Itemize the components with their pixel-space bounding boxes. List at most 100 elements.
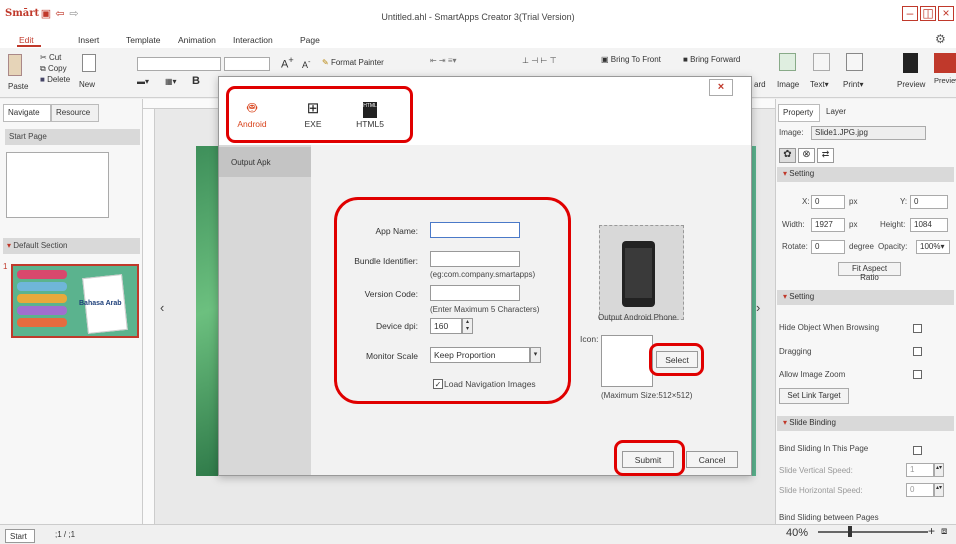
- opacity-label: Opacity:: [878, 242, 908, 251]
- preview-device-icon[interactable]: [903, 53, 918, 73]
- bind-sliding-label: Bind Sliding In This Page: [779, 444, 869, 453]
- tab-animation[interactable]: Animation: [178, 35, 216, 45]
- image-label: Image:: [779, 128, 804, 137]
- paste-icon[interactable]: [8, 54, 22, 76]
- slide-horizontal-input[interactable]: 0: [906, 483, 934, 497]
- setting-section-header-2[interactable]: ▾ Setting: [777, 290, 954, 305]
- print-button[interactable]: Print▾: [843, 80, 863, 89]
- phone-icon: [622, 241, 655, 307]
- slide-binding-section-header[interactable]: ▾ Slide Binding: [777, 416, 954, 431]
- shrink-font-icon[interactable]: A-: [302, 57, 311, 70]
- bring-to-front-button[interactable]: ▣ Bring To Front: [601, 55, 661, 64]
- dragging-checkbox[interactable]: [913, 347, 922, 356]
- align-icons[interactable]: ⊥ ⊣ ⊢ ⊤: [522, 56, 557, 65]
- ribbon-clipped-label: ard: [754, 80, 766, 89]
- text-icon[interactable]: [813, 53, 830, 71]
- setting-section-header[interactable]: ▾ Setting: [777, 167, 954, 182]
- phone-preview-box: [599, 225, 684, 320]
- fit-aspect-ratio-button[interactable]: Fit Aspect Ratio: [838, 262, 901, 282]
- delete-button[interactable]: ■ Delete: [40, 75, 70, 84]
- set-link-target-button[interactable]: Set Link Target: [779, 388, 849, 404]
- preview-button[interactable]: Preview: [897, 80, 925, 89]
- dialog-sidebar: [219, 145, 311, 475]
- slide-vertical-input[interactable]: 1: [906, 463, 934, 477]
- font-size-select[interactable]: [224, 57, 270, 71]
- y-input[interactable]: 0: [910, 195, 948, 209]
- opacity-select[interactable]: 100%▾: [916, 240, 950, 254]
- new-button[interactable]: New: [79, 80, 95, 89]
- active-tab-indicator: [17, 45, 41, 47]
- platform-highlight-box: [226, 86, 413, 143]
- next-slide-arrow-icon[interactable]: ›: [756, 300, 760, 315]
- dialog-close-button[interactable]: ×: [709, 79, 733, 96]
- slide-vertical-label: Slide Vertical Speed:: [779, 466, 853, 475]
- format-painter-button[interactable]: ✎ Format Painter: [322, 58, 384, 67]
- tab-layer[interactable]: Layer: [822, 104, 862, 122]
- delete-icon: ■: [40, 75, 48, 84]
- output-apk-item[interactable]: Output Apk: [219, 147, 311, 177]
- fit-screen-icon[interactable]: ⧈: [941, 526, 947, 537]
- zoom-slider[interactable]: [818, 531, 928, 533]
- slide-horizontal-stepper[interactable]: ▴▾: [934, 483, 944, 497]
- window-title: Untitled.ahl - SmartApps Creator 3(Trial…: [381, 12, 575, 22]
- tab-navigate[interactable]: Navigate: [3, 104, 51, 122]
- font-family-select[interactable]: [137, 57, 221, 71]
- preview-begin-icon[interactable]: [934, 53, 956, 73]
- fill-color-button[interactable]: ▬▾: [137, 77, 149, 86]
- bind-sliding-checkbox[interactable]: [913, 446, 922, 455]
- paste-button[interactable]: Paste: [8, 82, 28, 91]
- cancel-button[interactable]: Cancel: [686, 451, 738, 468]
- close-window-button[interactable]: ×: [938, 6, 954, 21]
- settings-icon[interactable]: ⚙: [935, 32, 946, 46]
- tab-property[interactable]: Property: [778, 104, 820, 122]
- start-page-thumbnail[interactable]: [6, 152, 109, 218]
- zoom-in-icon[interactable]: +: [928, 524, 935, 538]
- border-style-button[interactable]: ▦▾: [165, 77, 177, 86]
- allow-zoom-checkbox[interactable]: [913, 370, 922, 379]
- start-page-header: Start Page: [5, 129, 140, 145]
- zoom-level: 40%: [786, 527, 809, 539]
- tab-insert[interactable]: Insert: [78, 35, 99, 45]
- default-section-header[interactable]: ▾ Default Section: [3, 238, 140, 254]
- text-button[interactable]: Text▾: [810, 80, 829, 89]
- height-label: Height:: [880, 220, 906, 229]
- tab-page[interactable]: Page: [300, 35, 320, 45]
- degree-label: degree: [849, 242, 874, 251]
- image-button[interactable]: Image: [777, 80, 799, 89]
- copy-button[interactable]: ⧉ Copy: [40, 64, 67, 74]
- grow-font-icon[interactable]: A+: [281, 55, 294, 71]
- prev-slide-arrow-icon[interactable]: ‹: [160, 300, 164, 315]
- effects-tab-icon[interactable]: ⊗: [798, 148, 815, 163]
- tab-resource[interactable]: Resource: [51, 104, 99, 122]
- maximize-button[interactable]: ◫: [920, 6, 936, 21]
- start-page-tab[interactable]: Start: [5, 529, 35, 543]
- image-icon[interactable]: [779, 53, 796, 71]
- zoom-slider-thumb[interactable]: [848, 526, 852, 537]
- bind-between-label: Bind Sliding between Pages: [779, 513, 879, 522]
- slide-leaf-decoration: [196, 146, 220, 476]
- new-page-icon[interactable]: [82, 54, 96, 72]
- slide-thumbnail[interactable]: Bahasa Arab: [11, 264, 139, 338]
- swap-tab-icon[interactable]: ⇄: [817, 148, 834, 163]
- hide-object-checkbox[interactable]: [913, 324, 922, 333]
- y-label: Y:: [900, 197, 908, 206]
- bold-button[interactable]: B: [192, 75, 200, 87]
- allow-zoom-label: Allow Image Zoom: [779, 370, 846, 379]
- settings-tab-icon[interactable]: ✿: [779, 148, 796, 163]
- tab-interaction[interactable]: Interaction: [233, 35, 273, 45]
- x-input[interactable]: 0: [811, 195, 845, 209]
- height-input[interactable]: 1084: [910, 218, 948, 232]
- slide-vertical-stepper[interactable]: ▴▾: [934, 463, 944, 477]
- rotate-input[interactable]: 0: [811, 240, 845, 254]
- preview-begin-button[interactable]: Preview Begin: [934, 76, 956, 85]
- print-icon[interactable]: [846, 53, 863, 71]
- phone-caption: Output Android Phone: [598, 313, 677, 322]
- minimize-button[interactable]: –: [902, 6, 918, 21]
- bring-forward-button[interactable]: ■ Bring Forward: [683, 55, 740, 64]
- tab-edit[interactable]: Edit: [19, 35, 34, 45]
- tab-template[interactable]: Template: [126, 35, 161, 45]
- cut-button[interactable]: ✂ Cut: [40, 53, 61, 62]
- width-input[interactable]: 1927: [811, 218, 845, 232]
- indent-icons[interactable]: ⇤ ⇥ ≡▾: [430, 56, 457, 65]
- select-highlight-box: [649, 343, 704, 376]
